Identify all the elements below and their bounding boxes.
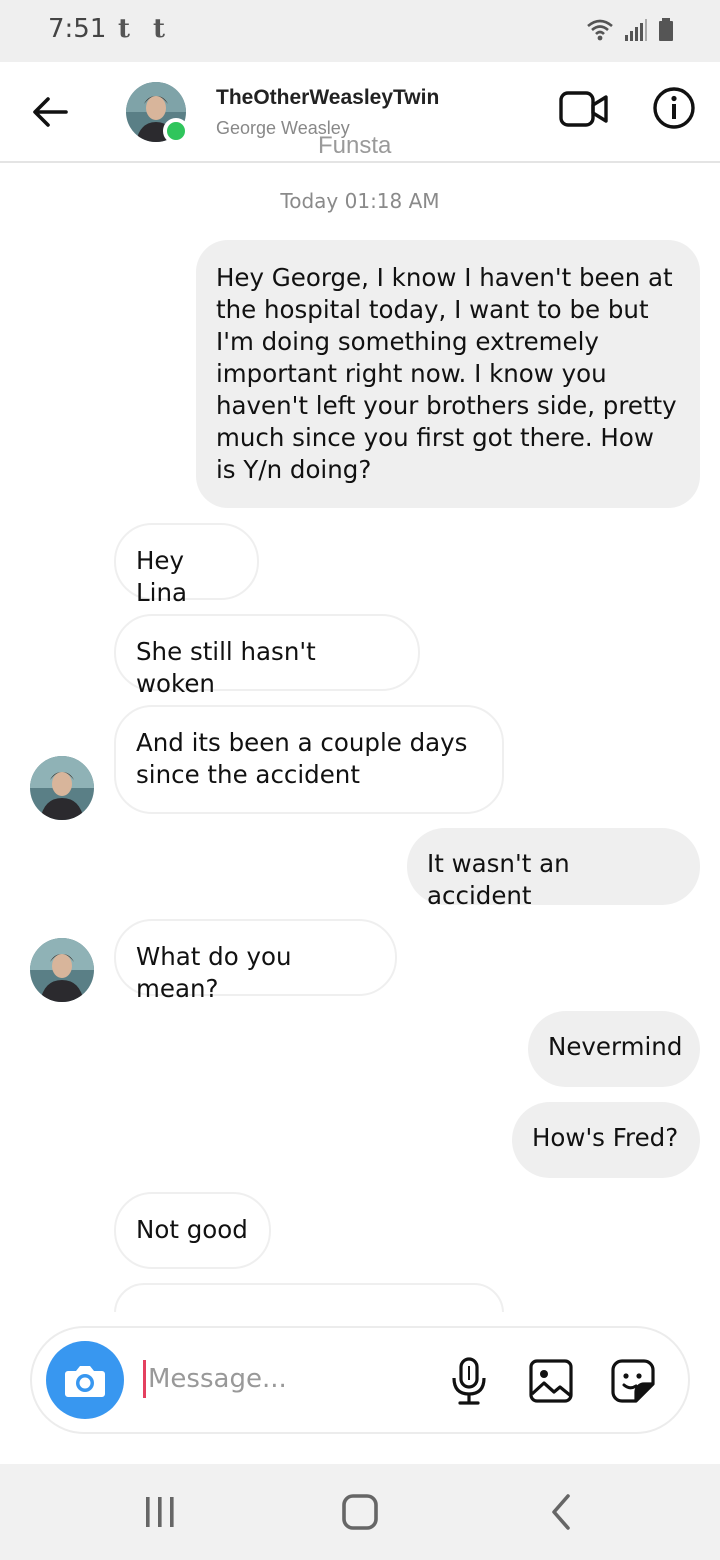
message-bubble-sent[interactable]: Nevermind <box>528 1011 700 1087</box>
info-icon[interactable] <box>652 86 696 130</box>
avatar[interactable] <box>30 756 94 820</box>
microphone-icon[interactable] <box>446 1356 492 1406</box>
chat-header: TheOtherWeasleyTwin George Weasley Funst… <box>0 62 720 163</box>
tumblr-notification-icon: t <box>153 14 166 44</box>
tumblr-notification-icon: t <box>118 14 131 44</box>
back-icon[interactable] <box>542 1492 582 1532</box>
chat-username[interactable]: TheOtherWeasleyTwin <box>216 86 439 110</box>
avatar[interactable] <box>30 938 94 1002</box>
message-bubble-sent[interactable]: How's Fred? <box>512 1102 700 1178</box>
message-bubble-sent[interactable]: It wasn't an accident <box>407 828 700 910</box>
message-bubble-received[interactable]: What do you mean? <box>114 919 397 1003</box>
chat-timestamp: Today 01:18 AM <box>280 189 440 213</box>
message-input[interactable] <box>148 1364 408 1394</box>
home-icon[interactable] <box>340 1492 380 1532</box>
camera-icon <box>65 1366 105 1397</box>
recent-apps-icon[interactable] <box>140 1492 180 1532</box>
message-bubble-received[interactable]: Hey Lina <box>114 523 259 607</box>
message-bubble-received[interactable]: Not good <box>114 1192 271 1269</box>
scroll-clip <box>0 1312 720 1326</box>
text-cursor <box>143 1360 146 1398</box>
status-bar: 7:51 t t <box>0 0 720 62</box>
wifi-icon <box>587 19 613 41</box>
message-bubble-sent[interactable]: Hey George, I know I haven't been at the… <box>196 240 700 508</box>
online-status-dot <box>163 118 189 144</box>
battery-icon <box>659 18 673 41</box>
camera-button[interactable] <box>46 1341 124 1419</box>
back-arrow-icon[interactable] <box>30 92 70 132</box>
signal-icon <box>625 19 647 41</box>
funsta-watermark: Funsta <box>318 132 392 159</box>
message-bubble-received[interactable]: And its been a couple days since the acc… <box>114 705 504 814</box>
video-call-icon[interactable] <box>558 88 610 130</box>
message-bubble-received[interactable]: She still hasn't woken <box>114 614 420 698</box>
system-nav-bar <box>0 1464 720 1560</box>
sticker-icon[interactable] <box>610 1356 656 1406</box>
status-time: 7:51 <box>48 14 107 44</box>
gallery-icon[interactable] <box>528 1356 574 1406</box>
